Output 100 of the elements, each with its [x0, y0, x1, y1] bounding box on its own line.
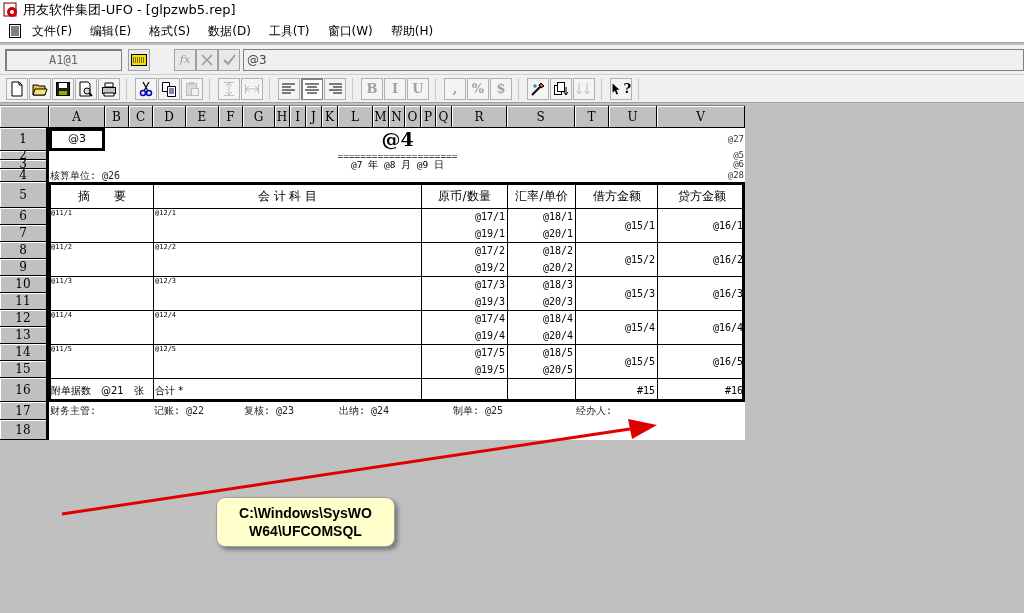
sheet-cell[interactable]: @18/3 [507, 276, 575, 293]
row-header[interactable]: 14 [0, 344, 49, 361]
sheet-cell[interactable]: 核算单位: @26 [49, 169, 219, 182]
column-header[interactable]: I [290, 106, 306, 128]
sheet-cell[interactable]: 汇率/单价 [507, 182, 575, 208]
row-header[interactable]: 9 [0, 259, 49, 276]
sheet-cell[interactable]: 借方金额 [575, 182, 657, 208]
column-header[interactable]: F [219, 106, 243, 128]
sheet-cell[interactable]: @5 [657, 151, 745, 160]
sheet-cell[interactable]: 财务主管: [49, 402, 153, 420]
column-header[interactable]: O [405, 106, 421, 128]
sheet-cell[interactable]: 出纳: @24 [338, 402, 452, 420]
column-header[interactable]: K [322, 106, 338, 128]
document-icon[interactable] [8, 23, 22, 39]
sheet-cell[interactable]: @17/2 [421, 242, 507, 259]
column-header[interactable]: B [105, 106, 129, 128]
column-header[interactable]: E [186, 106, 219, 128]
sheet-cell[interactable]: @20/4 [507, 327, 575, 344]
menu-item[interactable]: 格式(S) [143, 20, 197, 42]
sheet-cell[interactable]: 记账: @22 [153, 402, 243, 420]
row-header[interactable]: 18 [0, 420, 49, 440]
row-header[interactable]: 15 [0, 361, 49, 378]
toolbar-button[interactable] [158, 77, 180, 100]
sheet-cell[interactable]: @16/3 [657, 276, 745, 310]
sheet-cell[interactable]: @16/5 [657, 344, 745, 378]
column-header[interactable]: G [243, 106, 275, 128]
column-header[interactable]: S [507, 106, 575, 128]
sheet-cell[interactable]: @15/1 [575, 208, 657, 242]
column-header[interactable]: N [389, 106, 405, 128]
column-header[interactable]: D [153, 106, 186, 128]
row-header[interactable]: 17 [0, 402, 49, 420]
row-header[interactable]: 6 [0, 208, 49, 225]
sheet-cell[interactable]: @16/1 [657, 208, 745, 242]
menu-item[interactable]: 窗口(W) [321, 20, 379, 42]
sheet-cell[interactable]: 附单据数 @21 张 [49, 378, 153, 402]
row-header[interactable]: 8 [0, 242, 49, 259]
sheet-cell[interactable]: #15 [575, 378, 657, 402]
menu-item[interactable]: 工具(T) [262, 20, 316, 42]
toolbar-button[interactable] [75, 77, 97, 100]
sheet-cell[interactable]: @27 [657, 128, 745, 151]
sheet-cell[interactable]: @28 [657, 169, 745, 182]
sheet-cell[interactable]: 制单: @25 [452, 402, 575, 420]
column-header[interactable]: H [275, 106, 290, 128]
sheet-cell[interactable] [421, 378, 507, 402]
menu-item[interactable]: 数据(D) [202, 20, 257, 42]
column-header[interactable]: A [49, 106, 105, 128]
keyboard-button[interactable] [128, 48, 150, 71]
sheet-cell[interactable]: 复核: @23 [243, 402, 338, 420]
menu-item[interactable]: 帮助(H) [384, 20, 440, 42]
column-header[interactable]: R [452, 106, 507, 128]
column-header[interactable]: P [421, 106, 436, 128]
sheet-cell[interactable]: @15/4 [575, 310, 657, 344]
row-header[interactable]: 12 [0, 310, 49, 327]
menu-item[interactable]: 文件(F) [26, 20, 79, 42]
select-all-corner[interactable] [0, 106, 49, 128]
sheet-cell[interactable]: @18/1 [507, 208, 575, 225]
row-header[interactable]: 4 [0, 169, 49, 182]
toolbar-button[interactable]: ? [610, 77, 632, 100]
sheet-cell[interactable]: @7 年 @8 月 @9 日 [186, 160, 609, 169]
sheet-cell[interactable]: @18/4 [507, 310, 575, 327]
sheet-cell[interactable]: @15/5 [575, 344, 657, 378]
sheet-cell[interactable] [507, 378, 575, 402]
toolbar-button[interactable] [550, 77, 572, 100]
formula-field[interactable]: @3 [243, 48, 1024, 71]
sheet-cell[interactable]: 摘 要 [49, 182, 153, 208]
row-header[interactable]: 1 [0, 128, 49, 151]
sheet-cell[interactable]: @19/1 [421, 225, 507, 242]
sheet-cell[interactable]: ===================== [186, 151, 609, 160]
sheet-cell[interactable]: @6 [657, 160, 745, 169]
toolbar-button[interactable] [98, 77, 120, 100]
sheet-cell[interactable]: @3 [49, 128, 105, 151]
sheet-cell[interactable]: @16/4 [657, 310, 745, 344]
toolbar-button[interactable] [135, 77, 157, 100]
row-header[interactable]: 16 [0, 378, 49, 402]
column-header[interactable]: M [373, 106, 389, 128]
sheet-cell[interactable]: @20/2 [507, 259, 575, 276]
sheet-cell[interactable]: @15/3 [575, 276, 657, 310]
toolbar-button[interactable] [52, 77, 74, 100]
row-header[interactable]: 10 [0, 276, 49, 293]
sheet-cell[interactable]: 会 计 科 目 [153, 182, 421, 208]
cell-reference-field[interactable]: A1@1 [5, 48, 122, 71]
menu-item[interactable]: 编辑(E) [84, 20, 138, 42]
column-header[interactable]: L [338, 106, 373, 128]
sheet-cell[interactable]: @17/5 [421, 344, 507, 361]
row-header[interactable]: 5 [0, 182, 49, 208]
sheet-cell[interactable]: @17/3 [421, 276, 507, 293]
column-header[interactable]: V [657, 106, 745, 128]
column-header[interactable]: U [609, 106, 657, 128]
row-header[interactable]: 13 [0, 327, 49, 344]
sheet-cell[interactable]: @15/2 [575, 242, 657, 276]
sheet-cell[interactable]: @4 [186, 128, 609, 151]
sheet-cell[interactable]: @20/3 [507, 293, 575, 310]
row-header[interactable]: 2 [0, 151, 49, 160]
sheet-cell[interactable]: #16 [657, 378, 745, 402]
sheet-cell[interactable]: @19/5 [421, 361, 507, 378]
column-header[interactable]: C [129, 106, 153, 128]
toolbar-button[interactable] [29, 77, 51, 100]
column-header[interactable]: T [575, 106, 609, 128]
sheet-cell[interactable]: 合计 * [153, 378, 421, 402]
row-header[interactable]: 7 [0, 225, 49, 242]
